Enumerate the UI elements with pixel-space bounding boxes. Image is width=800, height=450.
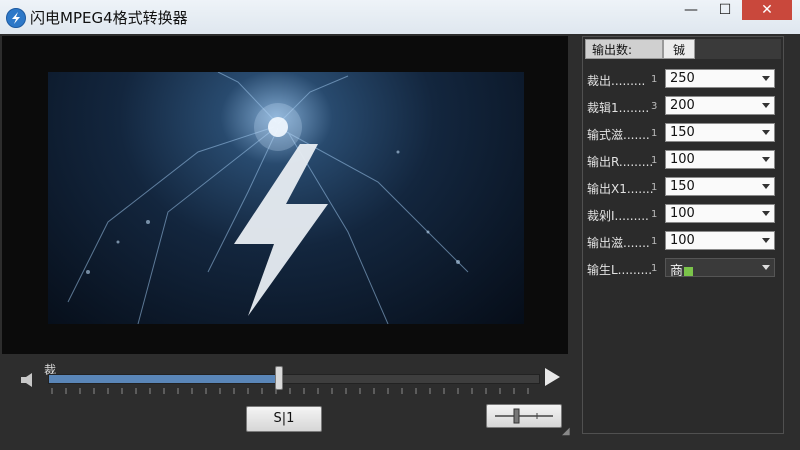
- seek-track[interactable]: [48, 374, 540, 384]
- setting-row: 输出R......... 1 100: [583, 148, 783, 174]
- video-frame: [48, 72, 524, 324]
- tab-output-settings[interactable]: 输出数:: [585, 39, 663, 59]
- setting-label: 裁辑1........: [587, 101, 650, 115]
- setting-index: 1: [651, 74, 658, 85]
- tab-other[interactable]: 铖: [663, 39, 695, 59]
- setting-label: 裁剁I.........: [587, 209, 649, 223]
- setting-dropdown[interactable]: 100: [665, 204, 775, 223]
- play-icon[interactable]: [545, 368, 560, 386]
- setting-dropdown[interactable]: 250: [665, 69, 775, 88]
- setting-value: 250: [670, 71, 695, 86]
- window-title: 闪电MPEG4格式转换器: [30, 9, 188, 27]
- setting-value: 商: [670, 264, 684, 279]
- chevron-down-icon: [762, 157, 770, 162]
- setting-row: 裁剁I......... 1 100: [583, 202, 783, 228]
- setting-dropdown[interactable]: 100: [665, 150, 775, 169]
- minimize-button[interactable]: —: [676, 0, 706, 20]
- chevron-down-icon: [762, 103, 770, 108]
- setting-index: 1: [651, 263, 658, 274]
- title-bar: 闪电MPEG4格式转换器 — ☐ ✕: [0, 0, 800, 35]
- setting-index: 1: [651, 209, 658, 220]
- format-dropdown[interactable]: 商: [665, 258, 775, 279]
- tab-strip: [695, 39, 781, 59]
- chevron-down-icon: [762, 265, 770, 270]
- setting-value: 150: [670, 179, 695, 194]
- setting-row: 输生L......... 1 商: [583, 256, 783, 282]
- setting-row: 输式滋....... 1 150: [583, 121, 783, 147]
- setting-dropdown[interactable]: 150: [665, 123, 775, 142]
- format-swatch-icon: [684, 267, 694, 276]
- setting-dropdown[interactable]: 100: [665, 231, 775, 250]
- setting-value: 150: [670, 125, 695, 140]
- setting-label: 输生L.........: [587, 263, 653, 277]
- video-preview-panel: [2, 36, 568, 354]
- setting-label: 输式滋.......: [587, 128, 650, 142]
- chevron-down-icon: [762, 130, 770, 135]
- resize-grip-icon[interactable]: ◢: [562, 426, 570, 437]
- chevron-down-icon: [762, 76, 770, 81]
- setting-row: 输出滋....... 1 100: [583, 229, 783, 255]
- setting-index: 1: [651, 155, 658, 166]
- setting-label: 输出滋.......: [587, 236, 650, 250]
- setting-dropdown[interactable]: 150: [665, 177, 775, 196]
- setting-row: 裁辑1........ 3 200: [583, 94, 783, 120]
- setting-index: 1: [651, 236, 658, 247]
- setting-index: 1: [651, 182, 658, 193]
- app-window: 闪电MPEG4格式转换器 — ☐ ✕ 裁 S|1 ◢ 输出数: 铖 裁出....…: [0, 0, 800, 450]
- setting-index: 1: [651, 128, 658, 139]
- chevron-down-icon: [762, 211, 770, 216]
- setting-dropdown[interactable]: 200: [665, 96, 775, 115]
- setting-label: 输出X1.......: [587, 182, 654, 196]
- video-frame-art: [67, 72, 469, 324]
- setting-value: 100: [670, 233, 695, 248]
- lightning-logo-icon: [6, 8, 26, 28]
- setting-value: 200: [670, 98, 695, 113]
- seek-ticks: [51, 388, 529, 394]
- volume-slider-icon: [495, 408, 553, 424]
- close-button[interactable]: ✕: [742, 0, 792, 20]
- setting-value: 100: [670, 206, 695, 221]
- output-settings-panel: 输出数: 铖 裁出......... 1 250 裁辑1........ 3 2…: [582, 36, 784, 434]
- setting-label: 输出R.........: [587, 155, 654, 169]
- action-button[interactable]: S|1: [246, 406, 322, 432]
- setting-row: 输出X1....... 1 150: [583, 175, 783, 201]
- speaker-icon[interactable]: [20, 372, 38, 388]
- chevron-down-icon: [762, 238, 770, 243]
- seek-handle[interactable]: [275, 366, 284, 390]
- volume-slider[interactable]: [486, 404, 562, 428]
- maximize-button[interactable]: ☐: [710, 0, 740, 20]
- setting-value: 100: [670, 152, 695, 167]
- seek-progress-fill: [49, 375, 280, 383]
- setting-row: 裁出......... 1 250: [583, 67, 783, 93]
- setting-label: 裁出.........: [587, 74, 646, 88]
- setting-index: 3: [651, 101, 658, 112]
- chevron-down-icon: [762, 184, 770, 189]
- main-content: 裁 S|1 ◢ 输出数: 铖 裁出......... 1 250 裁辑1....…: [0, 34, 800, 450]
